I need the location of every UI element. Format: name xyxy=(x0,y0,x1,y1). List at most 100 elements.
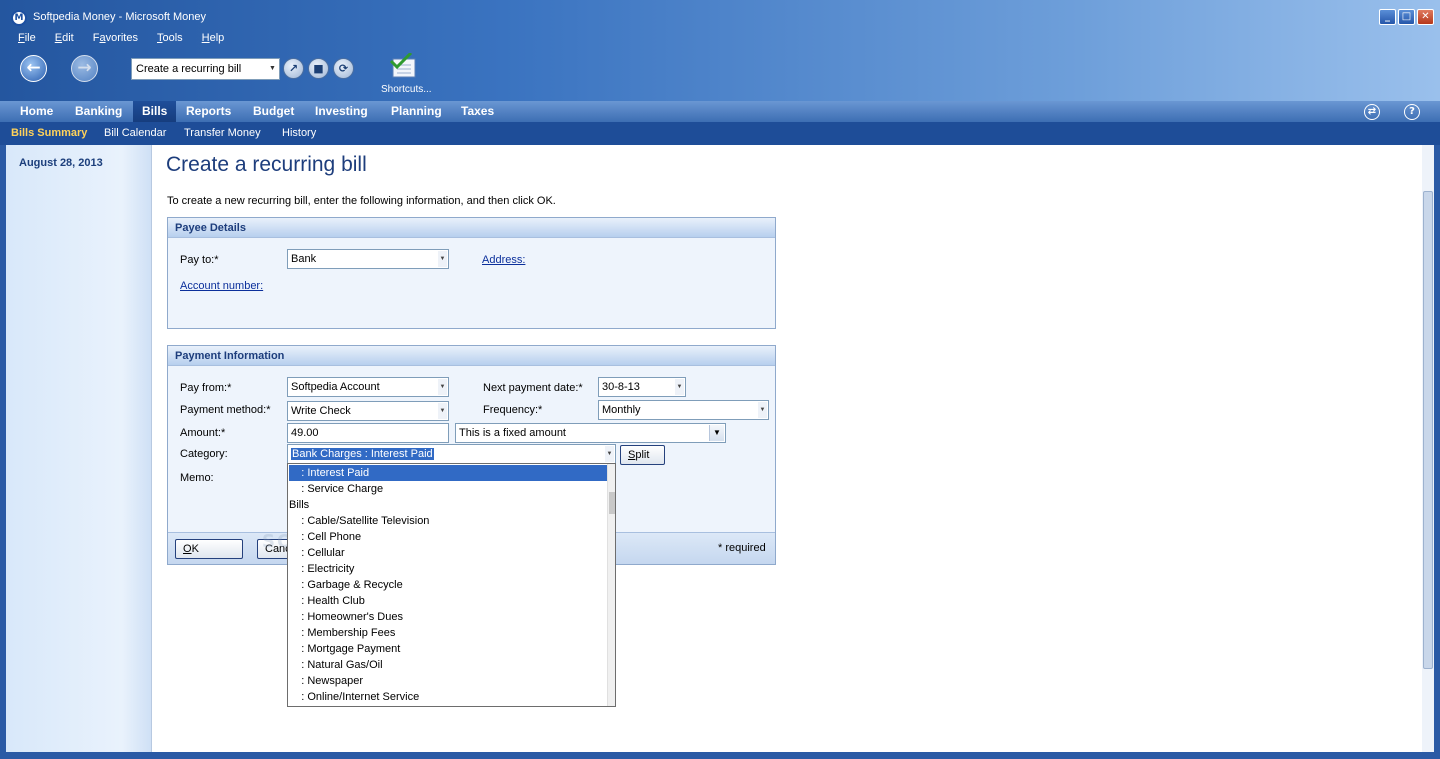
stop-icon[interactable]: ■ xyxy=(308,58,329,79)
payment-method-value: Write Check xyxy=(291,405,351,417)
chevron-down-icon[interactable]: ▼ xyxy=(709,425,724,441)
menu-edit[interactable]: Edit xyxy=(55,32,74,44)
next-payment-date-picker[interactable]: 30-8-13 ▼ xyxy=(598,377,686,397)
chevron-down-icon[interactable]: ▼ xyxy=(675,379,684,395)
window-controls: _ □ ✕ xyxy=(1379,9,1434,25)
next-payment-date-value: 30-8-13 xyxy=(602,381,640,393)
list-item[interactable]: : Membership Fees xyxy=(289,625,607,641)
pay-to-value: Bank xyxy=(291,253,317,265)
pay-from-combo[interactable]: Softpedia Account ▼ xyxy=(287,377,449,397)
list-item[interactable]: : Homeowner's Dues xyxy=(289,609,607,625)
menu-help[interactable]: Help xyxy=(202,32,225,44)
list-item-label: : Online/Internet Service xyxy=(289,691,420,703)
list-item[interactable]: : Newspaper xyxy=(289,673,607,689)
back-arrow-icon[interactable]: ← xyxy=(20,55,47,82)
list-item[interactable]: : Electricity xyxy=(289,561,607,577)
menu-favorites-rest: vorites xyxy=(105,32,138,44)
amount-value: 49.00 xyxy=(291,427,319,439)
chevron-down-icon[interactable]: ▼ xyxy=(758,402,767,418)
chevron-down-icon[interactable]: ▼ xyxy=(438,379,447,395)
subnav-bills-summary[interactable]: Bills Summary xyxy=(11,122,87,145)
list-item-label: : Natural Gas/Oil xyxy=(289,659,383,671)
money-logo-icon: M xyxy=(11,10,27,26)
left-sidebar: August 28, 2013 xyxy=(6,145,152,752)
list-item-label: : Membership Fees xyxy=(289,627,396,639)
tab-budget[interactable]: Budget xyxy=(253,101,294,122)
chevron-down-icon[interactable]: ▼ xyxy=(438,403,447,419)
account-number-link[interactable]: Account number: xyxy=(180,280,263,292)
menu-file-rest: ile xyxy=(24,32,36,44)
ok-button[interactable]: OK xyxy=(175,539,243,559)
list-item-label: : Cellular xyxy=(289,547,345,559)
scrollbar-thumb[interactable] xyxy=(1423,191,1433,669)
tab-taxes[interactable]: Taxes xyxy=(461,101,494,122)
list-item-label: : Interest Paid xyxy=(289,467,370,479)
window-frame-right xyxy=(1434,145,1440,759)
category-selected-text: Bank Charges : Interest Paid xyxy=(291,448,434,460)
chevron-down-icon[interactable]: ▼ xyxy=(438,251,447,267)
ok-accel: O xyxy=(183,543,192,555)
go-icon[interactable]: ↗ xyxy=(283,58,304,79)
list-item[interactable]: : Cable/Satellite Television xyxy=(289,513,607,529)
menu-favorites[interactable]: Favorites xyxy=(93,32,138,44)
menu-help-accel: H xyxy=(201,32,210,44)
pay-to-combo[interactable]: Bank ▼ xyxy=(287,249,449,269)
chevron-down-icon[interactable]: ▼ xyxy=(605,446,614,462)
help-icon[interactable]: ? xyxy=(1404,104,1420,120)
category-combo[interactable]: Bank Charges : Interest Paid ▼ xyxy=(287,444,616,464)
tab-investing[interactable]: Investing xyxy=(315,101,368,122)
dropdown-scrollbar-thumb[interactable] xyxy=(609,492,615,514)
amount-input[interactable]: 49.00 xyxy=(287,423,449,443)
address-combo[interactable]: Create a recurring bill ▼ xyxy=(131,58,280,80)
list-item[interactable]: : Mortgage Payment xyxy=(289,641,607,657)
tab-planning[interactable]: Planning xyxy=(391,101,442,122)
money-window: M Softpedia Money - Microsoft Money _ □ … xyxy=(0,0,1440,759)
amount-type-combo[interactable]: This is a fixed amount ▼ xyxy=(455,423,726,443)
shortcuts-label[interactable]: Shortcuts... xyxy=(381,84,432,95)
list-item-label: : Homeowner's Dues xyxy=(289,611,403,623)
list-item[interactable]: : Health Club xyxy=(289,593,607,609)
dropdown-scrollbar[interactable] xyxy=(607,464,615,706)
subnav-history[interactable]: History xyxy=(282,122,316,145)
payment-method-combo[interactable]: Write Check ▼ xyxy=(287,401,449,421)
subnav-transfer-money[interactable]: Transfer Money xyxy=(184,122,261,145)
current-date: August 28, 2013 xyxy=(19,157,103,169)
menu-help-rest: elp xyxy=(209,32,225,44)
pay-from-value: Softpedia Account xyxy=(291,381,380,393)
list-item[interactable]: : Service Charge xyxy=(289,481,607,497)
list-item[interactable]: : Cell Phone xyxy=(289,529,607,545)
tab-home[interactable]: Home xyxy=(20,101,53,122)
chevron-down-icon[interactable]: ▼ xyxy=(267,60,278,78)
address-link[interactable]: Address: xyxy=(482,254,525,266)
minimize-button[interactable]: _ xyxy=(1379,9,1396,25)
switch-view-icon[interactable]: ⇄ xyxy=(1364,104,1380,120)
split-button[interactable]: Split xyxy=(620,445,665,465)
category-dropdown-list[interactable]: : Interest Paid : Service Charge Bills :… xyxy=(287,463,616,707)
frequency-label: Frequency:* xyxy=(483,404,543,416)
subnav-bill-calendar[interactable]: Bill Calendar xyxy=(104,122,166,145)
list-item[interactable]: : Cellular xyxy=(289,545,607,561)
list-item-label: : Electricity xyxy=(289,563,355,575)
vertical-scrollbar[interactable] xyxy=(1422,145,1434,752)
list-item[interactable]: : Garbage & Recycle xyxy=(289,577,607,593)
tab-bills[interactable]: Bills xyxy=(133,101,177,122)
shortcuts-checklist-icon[interactable] xyxy=(389,53,419,79)
forward-arrow-icon[interactable]: → xyxy=(71,55,98,82)
menu-file[interactable]: File xyxy=(18,32,36,44)
split-rest: plit xyxy=(635,449,650,461)
tab-reports[interactable]: Reports xyxy=(186,101,231,122)
intro-text: To create a new recurring bill, enter th… xyxy=(167,195,556,207)
refresh-icon[interactable]: ⟳ xyxy=(333,58,354,79)
tab-banking[interactable]: Banking xyxy=(75,101,122,122)
ok-rest: K xyxy=(191,543,199,555)
list-item[interactable]: : Natural Gas/Oil xyxy=(289,657,607,673)
close-button[interactable]: ✕ xyxy=(1417,9,1434,25)
list-item[interactable]: : Interest Paid xyxy=(289,465,607,481)
frequency-combo[interactable]: Monthly ▼ xyxy=(598,400,769,420)
menu-bar: File Edit Favorites Tools Help xyxy=(18,32,243,44)
list-item[interactable]: : Online/Internet Service xyxy=(289,689,607,705)
list-item[interactable]: Bills xyxy=(289,497,607,513)
window-title: Softpedia Money - Microsoft Money xyxy=(33,11,207,23)
menu-tools[interactable]: Tools xyxy=(157,32,183,44)
maximize-button[interactable]: □ xyxy=(1398,9,1415,25)
